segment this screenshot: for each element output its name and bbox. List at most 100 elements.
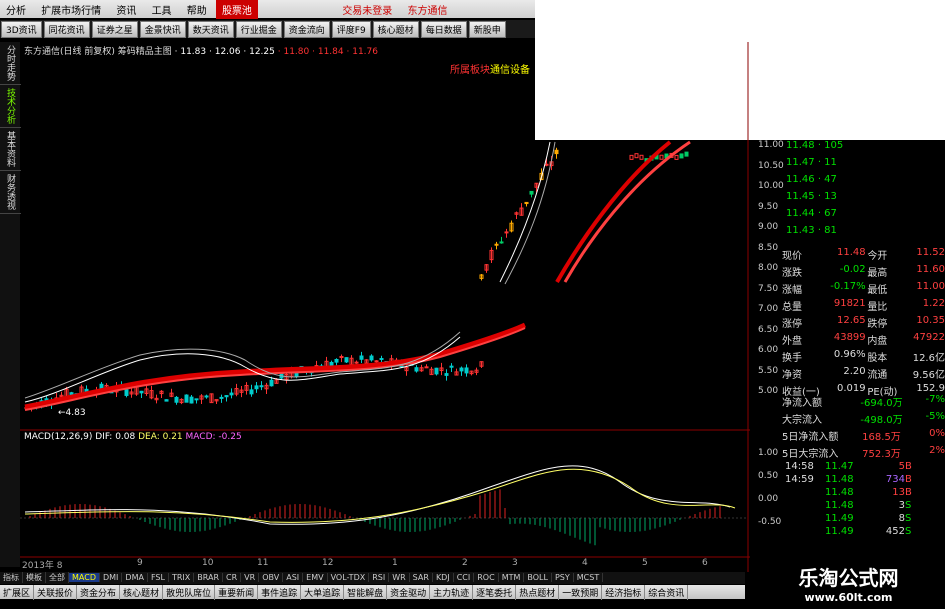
ob-vol: · 11 — [814, 157, 837, 168]
date-tick: 2 — [462, 558, 468, 568]
extension-tab[interactable]: 经济指标 — [602, 585, 646, 600]
sidebar-item-timeline[interactable]: 分时走势 — [0, 42, 21, 85]
extension-tab[interactable]: 资金分布 — [77, 585, 121, 600]
sidebar-item-finance[interactable]: 财务透视 — [0, 171, 21, 214]
macd-label: MACD(12,26,9) — [24, 432, 93, 442]
info-tab[interactable]: 行业掘金 — [235, 21, 282, 38]
stock-pool-menu[interactable]: 股票池 — [215, 0, 258, 19]
macd-tick: 0.00 — [758, 494, 779, 504]
candle-body — [639, 154, 644, 160]
quote-cell: 涨停 — [782, 319, 802, 330]
extension-tab[interactable]: 大单追踪 — [301, 585, 345, 600]
indicator-tab[interactable]: MACD — [69, 573, 100, 582]
indicator-tab[interactable]: ROC — [474, 573, 499, 582]
extension-tab[interactable]: 综合资讯 — [645, 585, 689, 600]
menu-item[interactable]: 分析 — [0, 0, 32, 19]
indicator-tab[interactable]: 模板 — [23, 572, 46, 583]
candle-body — [544, 163, 549, 166]
extension-tab[interactable]: 关联报价 — [34, 585, 78, 600]
ob-vol: · 67 — [814, 208, 837, 219]
extension-tab[interactable]: 重要新闻 — [215, 585, 259, 600]
indicator-tab[interactable]: RSI — [369, 573, 390, 582]
extension-tab[interactable]: 事件追踪 — [258, 585, 302, 600]
indicator-tab[interactable]: OBV — [259, 573, 284, 582]
candle-body — [464, 367, 469, 374]
menu-item[interactable]: 工具 — [146, 0, 178, 19]
flow-pct: -5% — [925, 411, 945, 422]
indicator-tab[interactable]: DMI — [100, 573, 123, 582]
extension-tab[interactable]: 主力轨迹 — [430, 585, 474, 600]
quote-cell: 11.00 — [916, 281, 945, 292]
info-tab[interactable]: 数天资讯 — [187, 21, 234, 38]
indicator-tab[interactable]: BRAR — [194, 573, 224, 582]
info-tab[interactable]: 金景快讯 — [139, 21, 186, 38]
extension-tab[interactable]: 资金驱动 — [387, 585, 431, 600]
candle-body — [354, 361, 359, 364]
candle-body — [659, 154, 664, 160]
date-tick: 3 — [512, 558, 518, 568]
info-tab[interactable]: 证券之星 — [91, 21, 138, 38]
extension-tab[interactable]: 一致预期 — [559, 585, 603, 600]
indicator-tab[interactable]: MCST — [574, 573, 604, 582]
indicator-tab[interactable]: WR — [389, 573, 410, 582]
left-sidebar: 分时走势 技术分析 基本资料 财务透视 — [0, 42, 21, 567]
indicator-tab[interactable]: MTM — [499, 573, 525, 582]
extension-tab[interactable]: 扩展区 — [0, 585, 35, 600]
indicator-tab[interactable]: SAR — [410, 573, 433, 582]
menu-item[interactable]: 资讯 — [110, 0, 142, 19]
kline-chart[interactable] — [20, 42, 750, 572]
info-tab[interactable]: 每日数据 — [420, 21, 467, 38]
indicator-tab[interactable]: KDJ — [433, 573, 454, 582]
sidebar-item-technical[interactable]: 技术分析 — [0, 85, 21, 128]
indicator-tab-bar: 指标 模板 全部 MACD DMI DMA FSL TRIX BRAR CR VR OBV ASI EMV… — [0, 572, 745, 584]
extension-tab[interactable]: 核心题材 — [120, 585, 164, 600]
indicator-tab[interactable]: ASI — [283, 573, 304, 582]
ob-price: 11.46 — [786, 174, 815, 185]
info-tab[interactable]: 资金流向 — [283, 21, 330, 38]
macd-dif: DIF: 0.08 — [95, 432, 136, 442]
indicator-tab[interactable]: 全部 — [46, 572, 69, 583]
candle-body — [194, 398, 199, 401]
trade-cell: 5 — [898, 461, 905, 472]
info-tab[interactable]: 评度F9 — [331, 21, 371, 38]
ob-price: 11.47 — [786, 157, 815, 168]
indicator-tab[interactable]: CR — [223, 573, 242, 582]
ob-vol: · 47 — [814, 174, 837, 185]
order-book-row: 11.46 · 47 — [786, 174, 941, 191]
quote-cell: 11.48 — [837, 247, 866, 258]
indicator-tab[interactable]: BOLL — [524, 573, 552, 582]
extension-tab[interactable]: 热点题材 — [516, 585, 560, 600]
flow-pct: 0% — [929, 428, 945, 439]
menu-item[interactable]: 帮助 — [181, 0, 213, 19]
extension-tab[interactable]: 散兜队席位 — [163, 585, 216, 600]
fund-flow-panel: 净流入额 -694.0万 -7% 大宗流入 -498.0万 -5% 5日净流入额 168.5万… — [782, 393, 945, 461]
ma-ribbon-upper-2 — [563, 140, 691, 283]
info-tab[interactable]: 同花资讯 — [43, 21, 90, 38]
extension-tab[interactable]: 智能解盘 — [344, 585, 388, 600]
extension-tab[interactable]: 逐笔委托 — [473, 585, 517, 600]
indicator-tab[interactable]: PSY — [552, 573, 574, 582]
indicator-tab[interactable]: 指标 — [0, 572, 23, 583]
trade-status[interactable]: 交易未登录 — [336, 0, 398, 19]
candle-body — [184, 394, 189, 403]
indicator-tab[interactable]: FSL — [148, 573, 169, 582]
indicator-tab[interactable]: TRIX — [169, 573, 195, 582]
sidebar-item-basic[interactable]: 基本资料 — [0, 128, 21, 171]
info-tab[interactable]: 核心题材 — [372, 21, 419, 38]
info-tab[interactable]: 3D资讯 — [1, 21, 42, 38]
indicator-tab[interactable]: CCI — [454, 573, 475, 582]
indicator-tab[interactable]: VOL-TDX — [328, 573, 370, 582]
candle-body — [189, 396, 194, 404]
info-tab[interactable]: 新股申 — [468, 21, 506, 38]
indicator-tab[interactable]: VR — [241, 573, 260, 582]
watermark: 乐淘公式网 www.60lt.com — [752, 560, 945, 609]
quote-cell: 12.65 — [837, 315, 866, 326]
candle-body — [204, 395, 209, 398]
menu-item[interactable]: 扩展市场行情 — [35, 0, 107, 19]
candle-body — [269, 379, 274, 387]
candle-body — [124, 389, 129, 396]
flow-row: 5日净流入额 168.5万 0% — [782, 427, 945, 444]
indicator-tab[interactable]: DMA — [122, 573, 148, 582]
indicator-tab[interactable]: EMV — [303, 573, 328, 582]
price-tick: 10.00 — [758, 181, 784, 191]
